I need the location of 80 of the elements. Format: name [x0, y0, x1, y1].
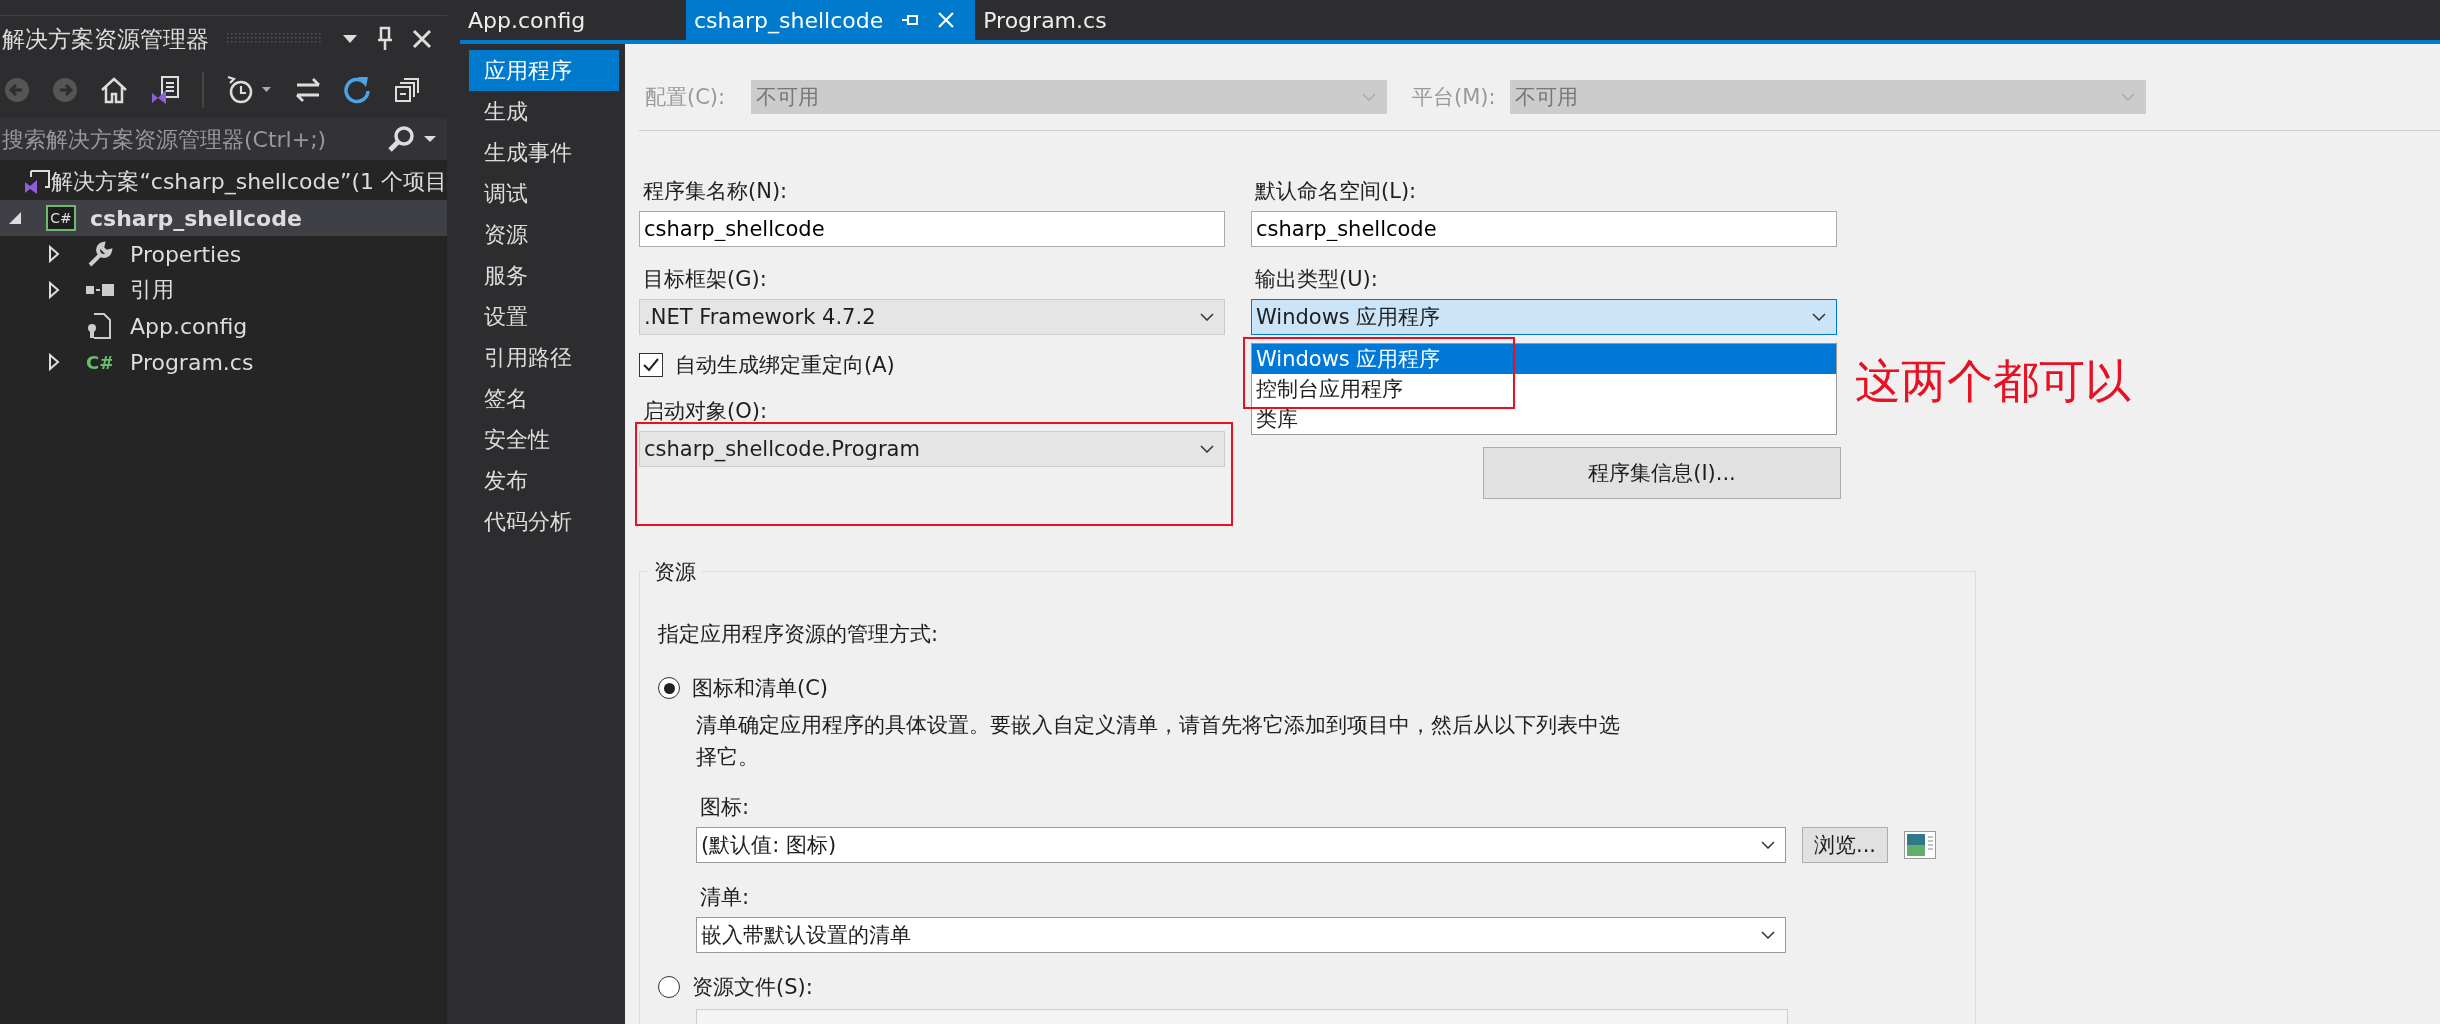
assembly-info-button[interactable]: 程序集信息(I)... [1483, 447, 1841, 499]
field-label: 清单: [699, 884, 751, 911]
nav-item[interactable]: 引用路径 [469, 337, 619, 378]
document-icon[interactable] [150, 75, 180, 105]
wrench-icon [86, 240, 114, 268]
search-field[interactable]: 搜索解决方案资源管理器(Ctrl+;) [0, 118, 447, 160]
tree-item[interactable]: Properties [0, 236, 447, 272]
field-label: 平台(M): [1412, 84, 1496, 111]
dropdown-option[interactable]: 控制台应用程序 [1252, 374, 1836, 404]
chevron-icon [1761, 841, 1775, 849]
checkbox-label: 自动生成绑定重定向(A) [675, 352, 895, 379]
description-text: 清单确定应用程序的具体设置。要嵌入自定义清单，请首先将它添加到项目中，然后从以下列表中选择它。 [696, 712, 1621, 771]
tree-item[interactable]: 解决方案“csharp_shellcode”(1 个项目 [0, 164, 447, 200]
search-icon[interactable] [387, 125, 415, 153]
close-icon[interactable] [411, 28, 433, 50]
chevron-icon [1362, 93, 1376, 101]
document-tab[interactable]: App.config [460, 0, 686, 40]
radio-label: 资源文件(S): [692, 974, 813, 1001]
checkbox[interactable] [639, 353, 663, 377]
dropdown-option[interactable]: 类库 [1252, 404, 1836, 434]
document-tab[interactable]: Program.cs [975, 0, 1127, 40]
home-icon[interactable] [100, 76, 128, 104]
sync-icon[interactable] [294, 76, 322, 104]
instruction-text: 指定应用程序资源的管理方式: [658, 621, 940, 648]
browse-button[interactable]: 浏览... [1802, 827, 1888, 863]
dropdown[interactable]: (默认值: 图标) [696, 827, 1786, 863]
field-label: 程序集名称(N): [642, 178, 789, 205]
collapsed-icon[interactable] [48, 281, 60, 299]
radio-label: 图标和清单(C) [692, 675, 829, 702]
nav-item[interactable]: 服务 [469, 255, 619, 296]
field-label: 默认命名空间(L): [1254, 178, 1418, 205]
radio-button[interactable] [658, 976, 680, 998]
text-field[interactable]: csharp_shellcode [1251, 211, 1837, 247]
dropdown-option[interactable]: Windows 应用程序 [1252, 344, 1836, 374]
dropdown-icon[interactable] [423, 135, 437, 143]
refresh-icon[interactable] [344, 75, 372, 105]
tree-item[interactable]: App.config [0, 308, 447, 344]
dropdown[interactable]: .NET Framework 4.7.2 [639, 299, 1225, 335]
nav-item[interactable]: 发布 [469, 460, 619, 501]
nav-item[interactable]: 代码分析 [469, 501, 619, 542]
radio-button[interactable] [658, 677, 680, 699]
pin-icon[interactable] [377, 26, 393, 52]
application-icon [1904, 831, 1936, 859]
chevron-icon [2120, 93, 2135, 101]
collapse-icon[interactable] [394, 77, 420, 103]
nav-item[interactable]: 资源 [469, 214, 619, 255]
expanded-icon[interactable] [8, 211, 22, 225]
text-field[interactable]: csharp_shellcode [639, 211, 1225, 247]
chevron-icon [1200, 313, 1214, 321]
field-label: 配置(C): [645, 84, 727, 111]
grip-icon [227, 33, 323, 45]
annotation-text: 这两个都可以 [1855, 353, 2131, 410]
tree-item[interactable]: 引用 [0, 272, 447, 308]
nav-item[interactable]: 设置 [469, 296, 619, 337]
nav-item[interactable]: 签名 [469, 378, 619, 419]
nav-item[interactable]: 生成 [469, 91, 619, 132]
panel-title: 解决方案资源管理器 [1, 24, 209, 54]
collapsed-icon[interactable] [48, 245, 60, 263]
nav-item[interactable]: 应用程序 [469, 50, 619, 91]
history-icon[interactable] [226, 75, 272, 105]
chevron-icon [1200, 445, 1214, 453]
dropdown-icon[interactable] [341, 34, 359, 44]
csharp-project-icon: C# [46, 205, 76, 231]
chevron-icon [1761, 931, 1775, 939]
collapsed-icon[interactable] [48, 353, 60, 371]
dropdown[interactable]: csharp_shellcode.Program [639, 431, 1225, 467]
chevron-icon [1812, 313, 1826, 321]
dropdown[interactable]: 嵌入带默认设置的清单 [696, 917, 1786, 953]
dropdown[interactable]: Windows 应用程序 [1251, 299, 1837, 335]
field-label: 输出类型(U): [1254, 266, 1379, 293]
tree-item[interactable]: C# csharp_shellcode [0, 200, 447, 236]
nav-item[interactable]: 安全性 [469, 419, 619, 460]
field-label: 启动对象(O): [642, 398, 768, 425]
nav-item[interactable]: 生成事件 [469, 132, 619, 173]
solution-icon [23, 168, 52, 196]
references-icon [86, 282, 114, 298]
field-label: 目标框架(G): [642, 266, 768, 293]
nav-item[interactable]: 调试 [469, 173, 619, 214]
config-file-icon [86, 312, 112, 340]
field-label: 图标: [699, 794, 751, 821]
